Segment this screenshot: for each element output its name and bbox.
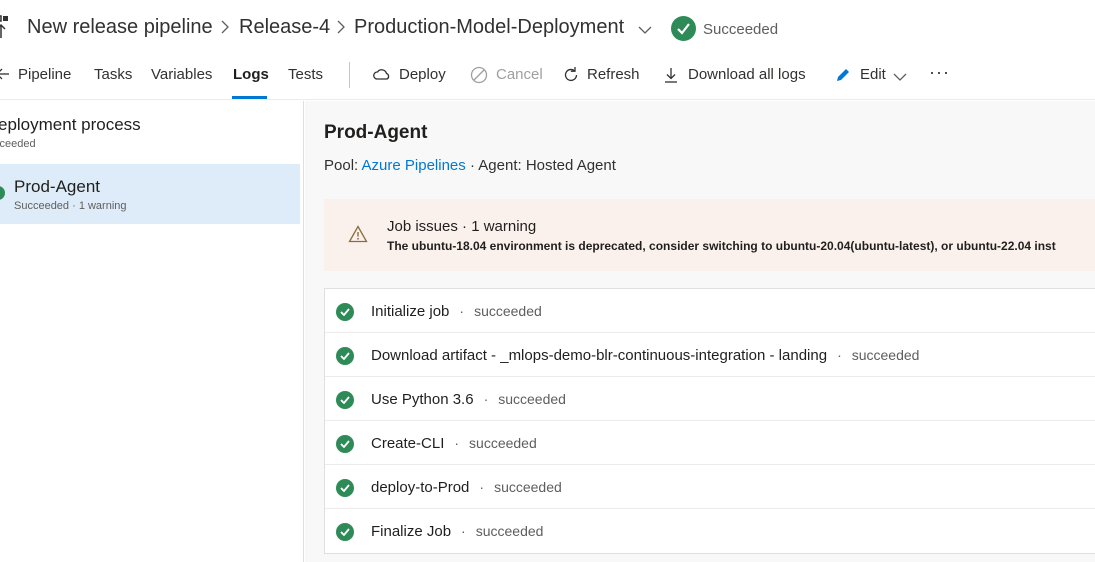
- agent-info: · Agent: Hosted Agent: [469, 157, 616, 174]
- step-name: Finalize Job: [371, 523, 452, 540]
- step-name: deploy-to-Prod: [371, 479, 470, 496]
- step-name: Download artifact - _mlops-demo-blr-cont…: [371, 347, 828, 364]
- warning-icon: [348, 225, 368, 248]
- tab-tasks[interactable]: Tasks: [94, 66, 132, 83]
- job-steps-list: Initialize job · succeeded Download artifa…: [324, 288, 1095, 554]
- chevron-right-icon: [336, 20, 346, 34]
- tab-pipeline[interactable]: Pipeline: [18, 66, 71, 83]
- list-item[interactable]: Create-CLI · succeeded: [325, 421, 1095, 465]
- step-status: succeeded: [498, 391, 566, 407]
- breadcrumb-pipeline[interactable]: New release pipeline: [27, 16, 213, 39]
- breadcrumb-release[interactable]: Release-4: [239, 16, 330, 39]
- success-icon: [336, 391, 354, 409]
- deployment-process-status: cceeded: [0, 138, 36, 150]
- chevron-down-icon[interactable]: [893, 69, 913, 89]
- chevron-down-icon[interactable]: [638, 22, 652, 36]
- refresh-button[interactable]: Refresh: [587, 66, 640, 83]
- dot-separator: ·: [479, 479, 485, 495]
- success-icon: [0, 186, 5, 200]
- toolbar-divider: [349, 62, 350, 88]
- chevron-right-icon: [220, 20, 230, 34]
- success-icon: [336, 347, 354, 365]
- cancel-icon: [469, 65, 489, 85]
- release-pipeline-icon: [0, 14, 16, 40]
- pool-link[interactable]: Azure Pipelines: [362, 157, 466, 174]
- step-status: succeeded: [494, 479, 562, 495]
- left-panel: eployment process cceeded Prod-Agent Suc…: [0, 101, 304, 562]
- list-item[interactable]: deploy-to-Prod · succeeded: [325, 465, 1095, 509]
- list-item[interactable]: Use Python 3.6 · succeeded: [325, 377, 1095, 421]
- success-icon: [336, 523, 354, 541]
- success-icon: [336, 303, 354, 321]
- deploy-button[interactable]: Deploy: [399, 66, 446, 83]
- tab-logs[interactable]: Logs: [233, 66, 269, 83]
- refresh-icon: [561, 65, 581, 85]
- pencil-icon: [833, 65, 853, 85]
- step-name: Initialize job: [371, 303, 450, 320]
- step-status: succeeded: [851, 347, 920, 363]
- job-list-item-prod-agent[interactable]: Prod-Agent Succeeded · 1 warning: [0, 164, 300, 224]
- dot-separator: ·: [461, 523, 466, 539]
- dot-separator: ·: [837, 347, 842, 363]
- step-status: succeeded: [475, 523, 544, 539]
- page-header: New release pipeline Release-4 Productio…: [0, 0, 1095, 56]
- step-status: succeeded: [474, 303, 542, 319]
- issue-title: Job issues · 1 warning: [387, 218, 537, 235]
- step-name: Create-CLI: [371, 435, 445, 452]
- list-item[interactable]: Download artifact - _mlops-demo-blr-cont…: [325, 333, 1095, 377]
- more-actions-button[interactable]: ···: [929, 62, 950, 83]
- tab-tests[interactable]: Tests: [288, 66, 323, 83]
- success-icon: [671, 16, 696, 41]
- pool-info: Pool: Azure Pipelines · Agent: Hosted Ag…: [324, 157, 616, 174]
- active-tab-indicator: [232, 96, 267, 99]
- cancel-button[interactable]: Cancel: [496, 66, 543, 83]
- pool-label: Pool:: [324, 157, 359, 174]
- dot-separator: ·: [483, 391, 489, 407]
- toolbar: Pipeline Tasks Variables Logs Tests Depl…: [0, 56, 1095, 100]
- job-details-panel: Prod-Agent Pool: Azure Pipelines · Agent…: [305, 101, 1095, 562]
- job-issues-banner: Job issues · 1 warning The ubuntu-18.04 …: [324, 199, 1095, 271]
- issue-message: The ubuntu-18.04 environment is deprecat…: [387, 239, 1056, 253]
- deployment-process-title[interactable]: eployment process: [0, 115, 141, 135]
- dot-separator: ·: [459, 303, 465, 319]
- status-label: Succeeded: [703, 21, 779, 38]
- dot-separator: ·: [454, 435, 460, 451]
- success-icon: [336, 479, 354, 497]
- step-name: Use Python 3.6: [371, 391, 474, 408]
- job-item-status: Succeeded · 1 warning: [14, 200, 127, 212]
- breadcrumb-stage[interactable]: Production-Model-Deployment: [354, 16, 624, 39]
- tab-variables[interactable]: Variables: [151, 66, 212, 83]
- success-icon: [336, 435, 354, 453]
- download-all-logs-button[interactable]: Download all logs: [688, 66, 806, 83]
- step-status: succeeded: [469, 435, 537, 451]
- cloud-icon: [372, 65, 392, 85]
- arrow-left-icon: [0, 66, 16, 86]
- list-item[interactable]: Finalize Job · succeeded: [325, 509, 1095, 553]
- list-item[interactable]: Initialize job · succeeded: [325, 289, 1095, 333]
- job-title: Prod-Agent: [324, 122, 428, 143]
- download-icon: [661, 65, 681, 85]
- job-item-title: Prod-Agent: [14, 177, 100, 196]
- edit-button[interactable]: Edit: [860, 66, 886, 83]
